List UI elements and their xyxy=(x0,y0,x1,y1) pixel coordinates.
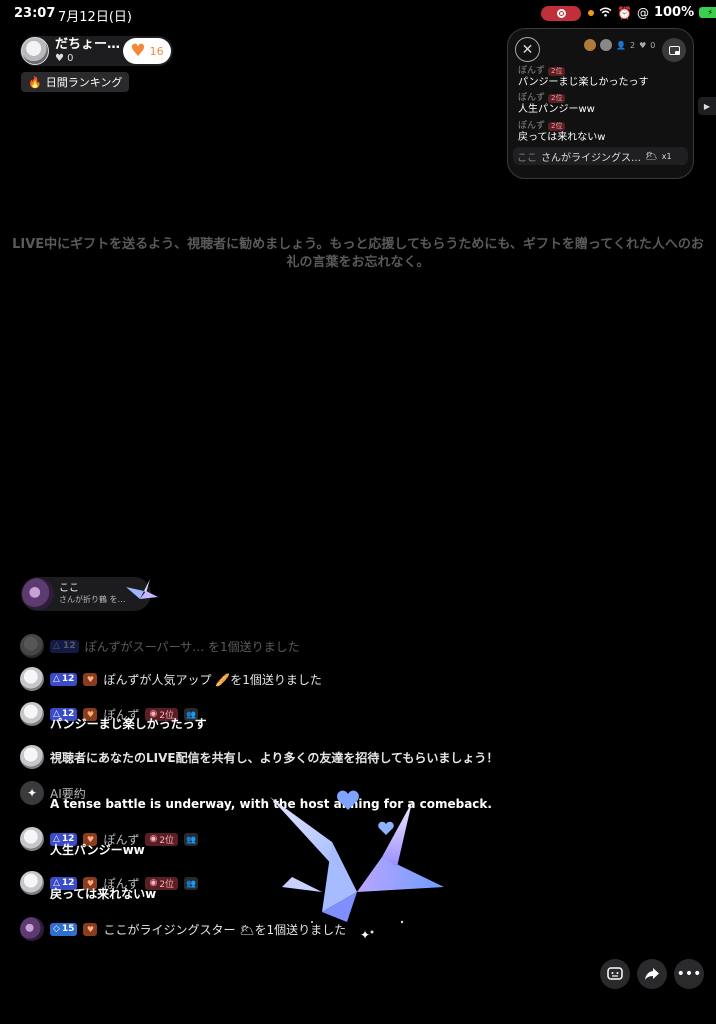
viewers-icon: 👤 xyxy=(616,40,626,50)
gift-description: さんが折り鶴 を… xyxy=(59,595,126,605)
chat-avatar xyxy=(20,745,44,769)
level-badge: ◇ 15 xyxy=(50,922,78,936)
host-name: だちょー… xyxy=(55,37,121,53)
level-badge: △ 12 xyxy=(50,672,78,686)
close-icon[interactable]: ✕ xyxy=(515,37,540,62)
battery-percent: 100% xyxy=(653,5,695,20)
status-time: 23:07 xyxy=(14,6,56,21)
float-chat-user: ぽんず xyxy=(518,93,546,103)
float-chat-text: 戻っては来れないw xyxy=(518,131,606,143)
fire-icon: 🔥 xyxy=(28,75,42,89)
float-chat-user: ぽんず xyxy=(518,66,546,76)
more-icon[interactable]: ••• xyxy=(674,959,704,989)
float-chat-message: ぽんず 2位 人生パンジーww xyxy=(518,93,595,116)
level-badge: △ 12 xyxy=(50,639,79,653)
gift-hint-text: LIVE中にギフトを送るよう、視聴者に勧めましょう。もっと応援してもらうためにも… xyxy=(12,237,704,270)
chat-avatar[interactable] xyxy=(20,827,44,851)
float-chat-message: ぽんず 2位 戻っては来れないw xyxy=(518,121,605,144)
rank-badge: ◉ 2位 xyxy=(145,832,179,846)
fan-heart-icon: ♥ xyxy=(83,672,98,686)
float-chat-text: 人生パンジーww xyxy=(518,103,595,115)
chat-gift-text: ぽんずが人気アップ 🥖を1個送りました xyxy=(103,672,322,687)
viewers-count: 2 xyxy=(629,40,636,50)
rank-badge: 2位 xyxy=(548,67,566,76)
rank-icon: ◉ xyxy=(149,834,158,844)
float-chat-message: ぽんず 2位 パンジーまじ楽しかったっす xyxy=(518,66,649,89)
host-likes-count: 0 xyxy=(67,52,74,64)
system-message: 視聴者にあなたのLIVE配信を共有し、より多くの友達を招待してもらいましょう！ xyxy=(50,750,499,765)
level-icon: △ xyxy=(53,674,60,684)
float-chat-user: ぽんず xyxy=(518,121,546,131)
like-button[interactable]: ♥ 16 xyxy=(123,38,171,64)
viewer-avatar xyxy=(584,39,596,51)
viewer-avatar xyxy=(600,39,612,51)
host-likes: ♥ 0 xyxy=(55,53,120,64)
chat-row-partial: △ 12 ぽんずがスーパーサ… を1個送りました xyxy=(20,634,300,658)
likes-count: 0 xyxy=(650,40,656,50)
group-icon: 👥 xyxy=(184,876,199,890)
sparkle-icon: ✦ xyxy=(20,781,44,805)
gift-sender-name: ここ xyxy=(59,583,79,595)
pip-icon xyxy=(668,45,680,55)
host-avatar[interactable] xyxy=(21,37,49,65)
float-stats: 👤 2 ♥ 0 xyxy=(584,39,655,51)
mic-indicator-icon xyxy=(588,9,594,16)
like-count: 16 xyxy=(149,44,164,58)
chat-avatar[interactable] xyxy=(20,667,44,691)
side-panel-arrow-icon[interactable]: ▶ xyxy=(698,97,716,115)
heart-icon: ♥ xyxy=(639,40,647,50)
chat-row-system: 視聴者にあなたのLIVE配信を共有し、より多くの友達を招待してもらいましょう！ xyxy=(20,745,498,769)
chat-row: △ 12 ♥ ぽんずが人気アップ 🥖を1個送りました xyxy=(20,667,322,691)
sparkle-icon: ✦ xyxy=(360,928,371,942)
ranking-label: 日間ランキング xyxy=(45,76,123,89)
float-chat-text: パンジーまじ楽しかったっす xyxy=(518,76,649,88)
chat-avatar[interactable] xyxy=(20,634,44,658)
paper-crane-animation xyxy=(262,782,452,951)
chat-message: パンジーまじ楽しかったっす xyxy=(50,717,207,731)
wifi-icon xyxy=(599,6,612,20)
gift-icon: 🌥 xyxy=(645,150,658,162)
chat-text: ぽんずがスーパーサ… を1個送りました xyxy=(84,639,300,654)
float-gift-text: さんがライジングス… xyxy=(541,152,641,164)
chat-avatar[interactable] xyxy=(20,917,44,941)
at-icon: @ xyxy=(636,5,649,20)
status-icons: ⏰ @ 100% ⚡ xyxy=(588,5,716,20)
status-date: 7月12日(日) xyxy=(58,10,132,25)
chat-avatar[interactable] xyxy=(20,702,44,726)
fan-heart-icon: ♥ xyxy=(83,922,98,936)
rank-badge: 2位 xyxy=(548,94,566,103)
chat-message: 戻っては来れないw xyxy=(50,887,157,901)
chat-message: 人生パンジーww xyxy=(50,843,145,857)
float-gift-user: ここ xyxy=(517,152,537,164)
float-gift-row: ここ さんがライジングス… 🌥 x1 xyxy=(513,147,688,165)
rank-badge: 2位 xyxy=(548,122,566,131)
pip-toggle-button[interactable] xyxy=(662,38,686,62)
battery-icon: ⚡ xyxy=(699,7,716,18)
share-icon[interactable] xyxy=(637,959,667,989)
chat-face-icon[interactable] xyxy=(600,959,630,989)
level-icon: ◇ xyxy=(53,924,60,934)
gift-sender-avatar xyxy=(22,578,54,610)
record-icon xyxy=(556,9,566,18)
heart-icon: ♥ xyxy=(55,52,64,64)
paper-crane-gift-icon xyxy=(124,579,160,611)
group-icon: 👥 xyxy=(184,832,199,846)
alarm-icon: ⏰ xyxy=(617,5,632,20)
screen-record-indicator[interactable] xyxy=(541,6,581,21)
heart-icon: ♥ xyxy=(130,40,146,61)
daily-ranking-badge[interactable]: 🔥 日間ランキング xyxy=(21,72,130,92)
float-gift-count: x1 xyxy=(661,151,672,161)
chat-avatar[interactable] xyxy=(20,871,44,895)
